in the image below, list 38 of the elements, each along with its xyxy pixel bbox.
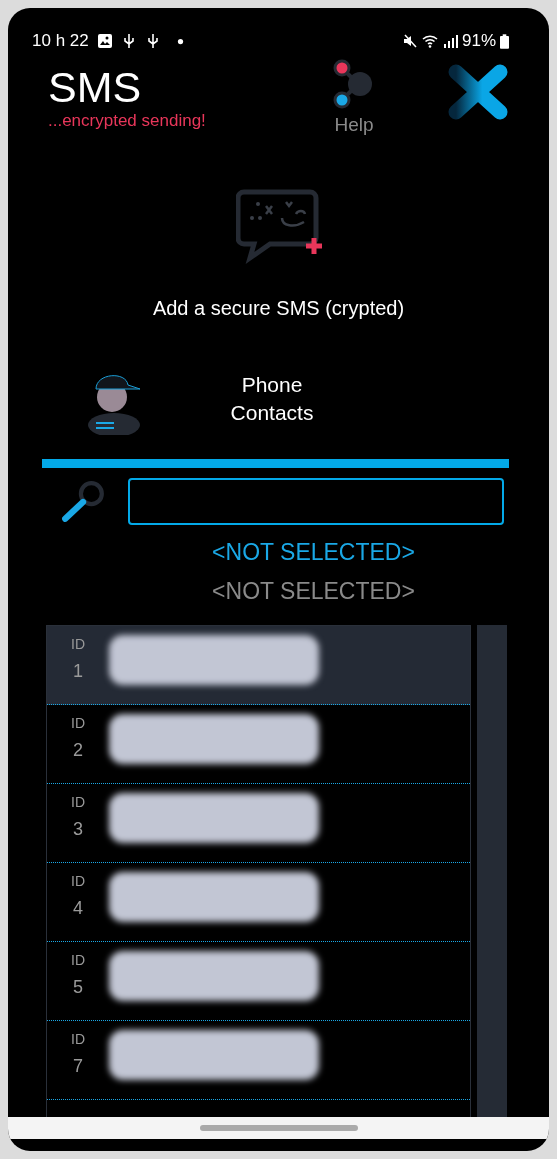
signal-icon <box>441 33 458 49</box>
x-logo[interactable] <box>448 64 508 120</box>
home-handle[interactable] <box>199 1125 358 1131</box>
dot-icon <box>176 37 184 45</box>
clock: 10 h 22 <box>32 31 89 51</box>
help-button[interactable]: Help <box>324 58 384 136</box>
id-label: ID <box>71 951 85 970</box>
id-number: 1 <box>73 660 83 683</box>
id-label: ID <box>71 635 85 654</box>
selection-label: <NOT SELECTED> <box>212 538 415 567</box>
id-number: 7 <box>73 1055 83 1078</box>
add-sms-label[interactable]: Add a secure SMS (crypted) <box>152 297 405 320</box>
battery-icon <box>500 33 509 49</box>
record-row[interactable]: ID 4 <box>47 863 470 942</box>
record-row[interactable]: ID 3 <box>47 784 470 863</box>
record-row[interactable]: ID 7 <box>47 1021 470 1100</box>
search-field[interactable] <box>128 478 504 525</box>
search-icon[interactable] <box>60 478 106 525</box>
battery-level: 91% <box>461 31 496 51</box>
app-title: SMS <box>48 64 143 110</box>
image-icon <box>96 33 113 49</box>
id-number: 2 <box>73 739 83 762</box>
id-label: ID <box>71 793 85 812</box>
selection-label: <NOT SELECTED> <box>212 577 415 606</box>
id-number: 3 <box>73 818 83 841</box>
scrollbar[interactable] <box>477 625 507 1117</box>
id-label: ID <box>71 872 85 891</box>
id-number: 4 <box>73 897 83 920</box>
id-label: ID <box>71 1030 85 1049</box>
record-row[interactable]: ID 2 <box>47 705 470 784</box>
mute-icon <box>401 33 418 49</box>
record-row[interactable]: ID 5 <box>47 942 470 1021</box>
app-subtitle: ...encrypted sending! <box>48 110 207 132</box>
phone-contacts-label[interactable]: Phone Contacts <box>212 371 332 427</box>
id-label: ID <box>71 714 85 733</box>
id-number: 5 <box>73 976 83 999</box>
wifi-icon <box>421 33 438 49</box>
record-row[interactable]: ID 1 <box>47 626 470 705</box>
